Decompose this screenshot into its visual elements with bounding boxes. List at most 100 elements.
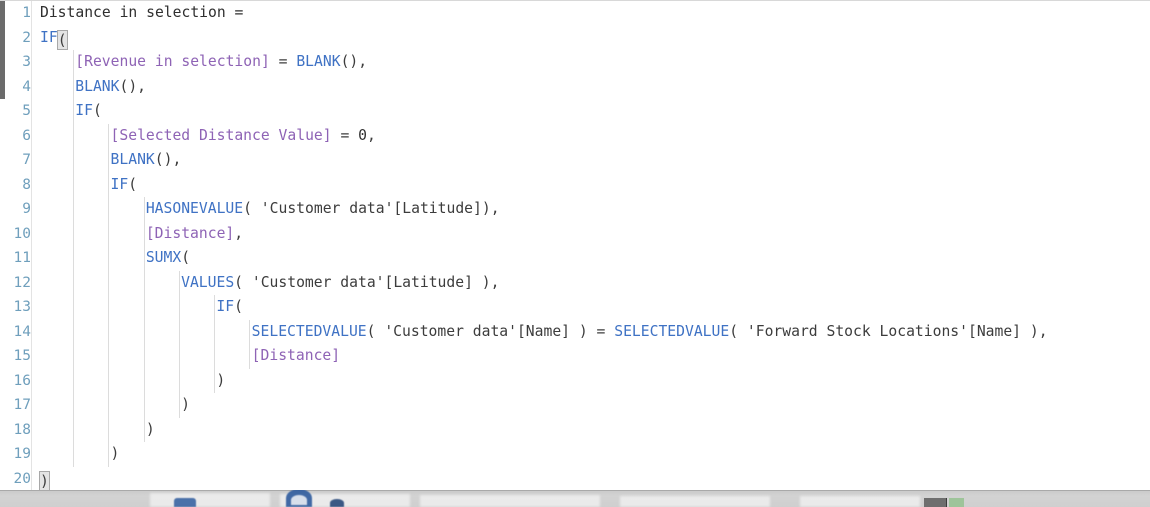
dax-formula-editor[interactable]: 1 2 3 4 5 6 7 8 9 10 11 12 13 14 15 16 17 18 19 20 Distance…: [0, 0, 1150, 491]
token-fn: IF: [216, 298, 235, 315]
token-punc: ): [145, 420, 155, 438]
code-line-text[interactable]: [Revenue in selection] = BLANK(),: [75, 50, 367, 75]
app-icon[interactable]: [330, 499, 344, 507]
code-line-text[interactable]: VALUES( 'Customer data'[Latitude] ),: [181, 271, 499, 296]
code-line-text[interactable]: BLANK(),: [111, 148, 182, 173]
token-punc: (: [234, 298, 243, 315]
code-area[interactable]: Distance in selection = IF([Revenue in se…: [32, 1, 1150, 491]
code-line-text[interactable]: IF(: [216, 295, 243, 320]
taskbar-indicator-dark: [924, 498, 946, 507]
token-op: =: [331, 126, 359, 144]
matching-paren-highlight: (: [56, 29, 68, 50]
code-line-text[interactable]: [Distance]: [252, 344, 340, 369]
code-line[interactable]: [Distance],: [32, 222, 1150, 247]
line-number: 9: [22, 201, 31, 217]
line-number: 4: [22, 78, 31, 95]
code-line-text[interactable]: ): [146, 418, 155, 443]
token-punc: ): [570, 322, 588, 340]
line-number: 19: [13, 446, 31, 462]
code-line-text[interactable]: ): [39, 467, 50, 492]
code-lines[interactable]: Distance in selection = IF([Revenue in se…: [32, 1, 1150, 491]
code-line[interactable]: ): [32, 369, 1150, 394]
code-line[interactable]: IF(: [32, 26, 1150, 51]
vertical-scrollbar[interactable]: [0, 1, 7, 491]
token-ref: 'Customer data'[Latitude]: [260, 200, 482, 217]
code-line[interactable]: SELECTEDVALUE ( 'Customer data'[Name] ) =…: [32, 320, 1150, 345]
code-line[interactable]: ): [32, 467, 1150, 492]
taskbar-separator: [946, 498, 947, 507]
token-fn: BLANK: [296, 53, 341, 70]
line-number: 7: [22, 152, 31, 168]
line-number: 13: [13, 299, 31, 315]
token-ref: 'Forward Stock Locations'[Name]: [746, 322, 1022, 340]
code-line-text[interactable]: SELECTEDVALUE ( 'Customer data'[Name] ) =…: [252, 320, 1048, 345]
code-line[interactable]: SUMX(: [32, 246, 1150, 271]
code-line-text[interactable]: SUMX(: [146, 246, 190, 271]
vertical-scrollbar-thumb[interactable]: [0, 1, 5, 99]
code-line[interactable]: HASONEVALUE( 'Customer data'[Latitude]),: [32, 197, 1150, 222]
line-number-gutter: 1 2 3 4 5 6 7 8 9 10 11 12 13 14 15 16 17 18 19 20: [7, 1, 31, 491]
token-op: =: [269, 53, 297, 70]
code-line[interactable]: BLANK(),: [32, 75, 1150, 100]
line-number: 8: [22, 176, 31, 193]
token-fn: BLANK: [75, 77, 120, 95]
code-line-text[interactable]: BLANK(),: [75, 75, 146, 100]
code-line[interactable]: [Distance]: [32, 344, 1150, 369]
token-fn: IF: [110, 175, 129, 193]
token-fn: HASONEVALUE: [145, 200, 244, 217]
code-line-text[interactable]: IF(: [111, 173, 138, 198]
line-number: 20: [13, 470, 31, 487]
code-line[interactable]: ): [32, 393, 1150, 418]
matching-paren-highlight: ): [39, 470, 50, 491]
code-line-text[interactable]: IF(: [40, 26, 68, 51]
line-number: 14: [13, 323, 31, 340]
token-punc: ): [181, 396, 190, 413]
token-fn: IF: [40, 28, 58, 46]
token-punc: (: [729, 322, 747, 340]
code-line[interactable]: BLANK(),: [32, 148, 1150, 173]
token-meas: [Revenue in selection]: [75, 53, 270, 70]
code-line-text[interactable]: IF(: [75, 99, 102, 124]
taskbar-smudge-1: [150, 493, 270, 507]
code-line-text[interactable]: ): [216, 369, 225, 394]
token-punc: (: [181, 249, 191, 266]
token-num: 0: [358, 126, 367, 144]
token-op: =: [587, 322, 615, 340]
token-fn: SUMX: [145, 249, 182, 266]
token-fn: VALUES: [181, 273, 235, 291]
code-line-text[interactable]: [Selected Distance Value] = 0,: [111, 124, 376, 149]
token-fn: IF: [75, 102, 93, 119]
code-line-text[interactable]: ): [111, 442, 120, 467]
line-number: 15: [13, 348, 31, 364]
code-line[interactable]: ): [32, 418, 1150, 443]
folder-icon[interactable]: [174, 498, 196, 507]
code-line[interactable]: IF(: [32, 173, 1150, 198]
token-punc: (),: [119, 77, 147, 95]
token-ref: 'Customer data'[Latitude]: [251, 273, 473, 291]
browser-icon[interactable]: [286, 490, 312, 507]
token-plain: Distance in selection =: [40, 4, 244, 21]
code-line[interactable]: [Selected Distance Value] = 0,: [32, 124, 1150, 149]
taskbar-smudge-5: [800, 496, 920, 507]
token-fn: SELECTEDVALUE: [251, 322, 367, 340]
code-line[interactable]: IF(: [32, 295, 1150, 320]
code-line[interactable]: IF(: [32, 99, 1150, 124]
code-line[interactable]: [Revenue in selection] = BLANK(),: [32, 50, 1150, 75]
line-number: 11: [13, 250, 31, 266]
code-line-text[interactable]: Distance in selection =: [40, 1, 243, 26]
code-line-text[interactable]: [Distance],: [146, 222, 243, 247]
token-meas: [Distance]: [251, 347, 341, 364]
taskbar-sliver[interactable]: [0, 490, 1150, 507]
code-line[interactable]: VALUES( 'Customer data'[Latitude] ),: [32, 271, 1150, 296]
token-punc: ): [110, 445, 120, 462]
line-number: 16: [13, 372, 31, 389]
code-line-text[interactable]: ): [181, 393, 190, 418]
token-punc: ),: [1021, 322, 1048, 340]
token-ref: 'Customer data'[Name]: [384, 322, 571, 340]
code-line-text[interactable]: HASONEVALUE( 'Customer data'[Latitude]),: [146, 197, 500, 222]
code-line[interactable]: Distance in selection =: [32, 1, 1150, 26]
code-line[interactable]: ): [32, 442, 1150, 467]
token-punc: (: [128, 175, 138, 193]
token-punc: ,: [234, 224, 244, 242]
token-fn: BLANK: [110, 151, 155, 168]
